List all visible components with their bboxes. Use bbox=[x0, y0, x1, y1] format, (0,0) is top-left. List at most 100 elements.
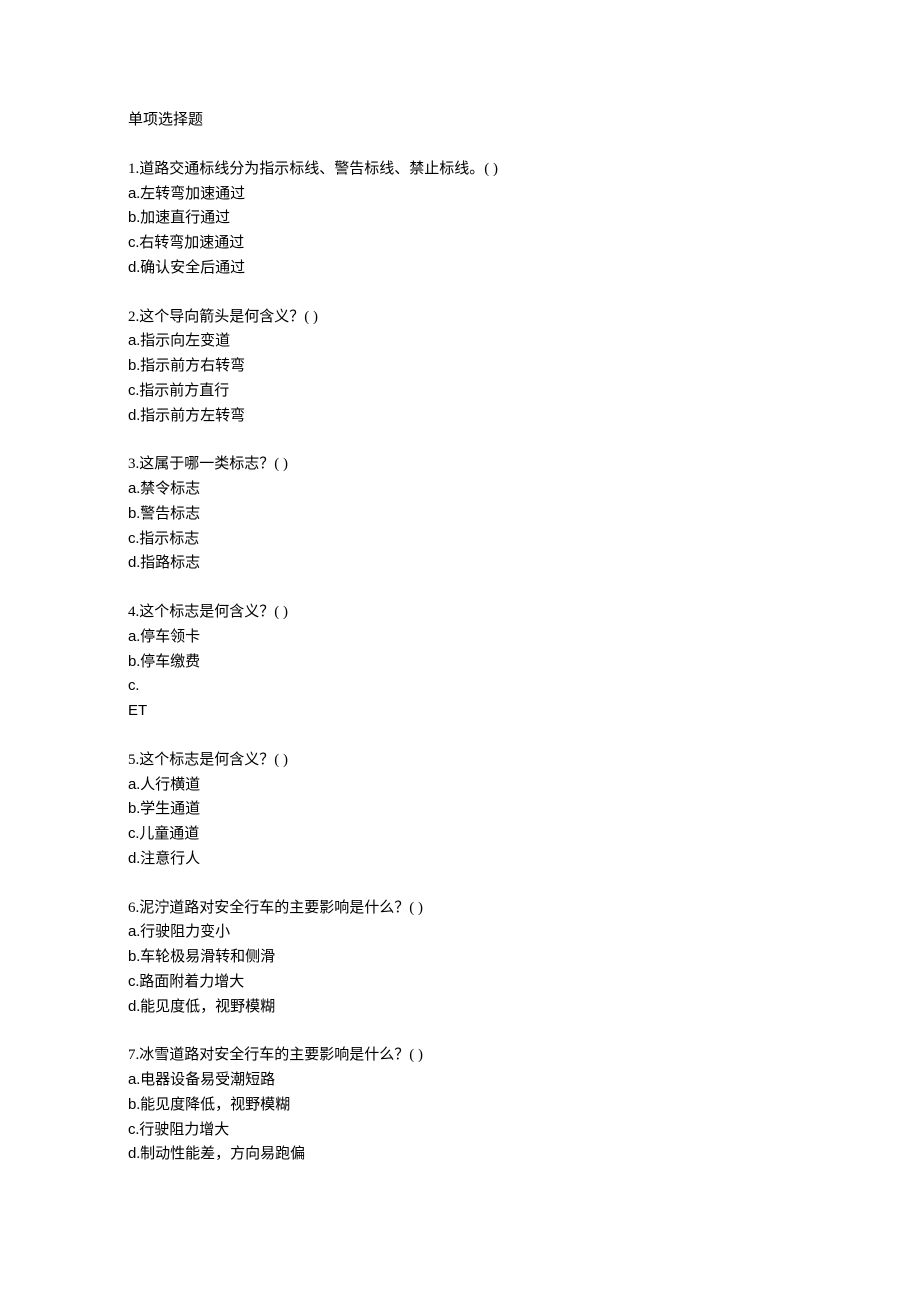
option-text: 禁令标志 bbox=[140, 481, 200, 497]
option-label: c bbox=[128, 1121, 136, 1138]
option-text: 人行横道 bbox=[140, 777, 200, 793]
option-line: c.右转弯加速通过 bbox=[128, 231, 792, 256]
option-text: 警告标志 bbox=[140, 506, 200, 522]
option-line: b.学生通道 bbox=[128, 797, 792, 822]
option-text: 右转弯加速通过 bbox=[139, 235, 244, 251]
option-text: 加速直行通过 bbox=[140, 210, 230, 226]
extra-line: ET bbox=[128, 699, 792, 724]
question-block: 1.道路交通标线分为指示标线、警告标线、禁止标线。( )a.左转弯加速通过b.加… bbox=[128, 157, 792, 281]
option-text: 制动性能差，方向易跑偏 bbox=[140, 1146, 305, 1162]
question-block: 6.泥泞道路对安全行车的主要影响是什么？( )a.行驶阻力变小b.车轮极易滑转和… bbox=[128, 896, 792, 1020]
question-stem: 这个导向箭头是何含义？ bbox=[139, 309, 304, 325]
option-text: 左转弯加速通过 bbox=[140, 186, 245, 202]
option-text: 行驶阻力增大 bbox=[139, 1122, 229, 1138]
answer-blank: ( ) bbox=[409, 900, 423, 916]
option-line: b.加速直行通过 bbox=[128, 206, 792, 231]
answer-blank: ( ) bbox=[274, 752, 288, 768]
section-title: 单项选择题 bbox=[128, 108, 792, 133]
option-text: 指路标志 bbox=[140, 555, 200, 571]
option-line: c.指示标志 bbox=[128, 527, 792, 552]
question-text: 3.这属于哪一类标志？( ) bbox=[128, 452, 792, 477]
option-line: c.行驶阻力增大 bbox=[128, 1118, 792, 1143]
option-text: 指示前方右转弯 bbox=[140, 358, 245, 374]
question-text: 2.这个导向箭头是何含义？( ) bbox=[128, 305, 792, 330]
option-label-separator: . bbox=[136, 678, 140, 694]
question-stem: 这个标志是何含义？ bbox=[139, 604, 274, 620]
option-line: a.电器设备易受潮短路 bbox=[128, 1068, 792, 1093]
option-label: c bbox=[128, 382, 136, 399]
option-line: b.停车缴费 bbox=[128, 650, 792, 675]
option-line: a.禁令标志 bbox=[128, 477, 792, 502]
option-text: 确认安全后通过 bbox=[140, 260, 245, 276]
option-line: c.路面附着力增大 bbox=[128, 970, 792, 995]
questions-container: 1.道路交通标线分为指示标线、警告标线、禁止标线。( )a.左转弯加速通过b.加… bbox=[128, 157, 792, 1167]
question-block: 5.这个标志是何含义？( )a.人行横道b.学生通道c.儿童通道d.注意行人 bbox=[128, 748, 792, 872]
option-text: 指示前方直行 bbox=[139, 383, 229, 399]
answer-blank: ( ) bbox=[484, 161, 498, 177]
option-text: 指示向左变道 bbox=[140, 333, 230, 349]
answer-blank: ( ) bbox=[274, 456, 288, 472]
option-line: d.注意行人 bbox=[128, 847, 792, 872]
question-block: 3.这属于哪一类标志？( )a.禁令标志b.警告标志c.指示标志d.指路标志 bbox=[128, 452, 792, 576]
question-block: 2.这个导向箭头是何含义？( )a.指示向左变道b.指示前方右转弯c.指示前方直… bbox=[128, 305, 792, 429]
question-text: 1.道路交通标线分为指示标线、警告标线、禁止标线。( ) bbox=[128, 157, 792, 182]
option-label: c bbox=[128, 825, 136, 842]
question-block: 4.这个标志是何含义？( )a.停车领卡b.停车缴费c.ET bbox=[128, 600, 792, 724]
question-text: 6.泥泞道路对安全行车的主要影响是什么？( ) bbox=[128, 896, 792, 921]
question-number: 2 bbox=[128, 309, 136, 325]
option-text: 指示前方左转弯 bbox=[140, 408, 245, 424]
option-line: a.停车领卡 bbox=[128, 625, 792, 650]
option-line: c.指示前方直行 bbox=[128, 379, 792, 404]
question-stem: 冰雪道路对安全行车的主要影响是什么？ bbox=[139, 1047, 409, 1063]
option-line: b.警告标志 bbox=[128, 502, 792, 527]
answer-blank: ( ) bbox=[274, 604, 288, 620]
option-line: a.左转弯加速通过 bbox=[128, 182, 792, 207]
question-text: 4.这个标志是何含义？( ) bbox=[128, 600, 792, 625]
question-number: 6 bbox=[128, 900, 136, 916]
question-number: 7 bbox=[128, 1047, 136, 1063]
option-label: c bbox=[128, 234, 136, 251]
option-text: 路面附着力增大 bbox=[139, 974, 244, 990]
option-text: 车轮极易滑转和侧滑 bbox=[140, 949, 275, 965]
question-stem: 泥泞道路对安全行车的主要影响是什么？ bbox=[139, 900, 409, 916]
option-line: a.指示向左变道 bbox=[128, 329, 792, 354]
option-line: d.制动性能差，方向易跑偏 bbox=[128, 1142, 792, 1167]
question-number: 1 bbox=[128, 161, 136, 177]
option-text: 指示标志 bbox=[139, 531, 199, 547]
option-line: d.指示前方左转弯 bbox=[128, 404, 792, 429]
document-page: 单项选择题 1.道路交通标线分为指示标线、警告标线、禁止标线。( )a.左转弯加… bbox=[0, 0, 920, 1302]
option-line: b.指示前方右转弯 bbox=[128, 354, 792, 379]
option-text: 行驶阻力变小 bbox=[140, 924, 230, 940]
question-number: 4 bbox=[128, 604, 136, 620]
question-number: 3 bbox=[128, 456, 136, 472]
option-label: c bbox=[128, 973, 136, 990]
option-line: b.车轮极易滑转和侧滑 bbox=[128, 945, 792, 970]
option-text: 停车领卡 bbox=[140, 629, 200, 645]
option-label: c bbox=[128, 677, 136, 694]
question-number: 5 bbox=[128, 752, 136, 768]
option-text: 能见度降低，视野模糊 bbox=[140, 1097, 290, 1113]
option-text: 儿童通道 bbox=[139, 826, 199, 842]
option-text: 电器设备易受潮短路 bbox=[140, 1072, 275, 1088]
option-text: 停车缴费 bbox=[140, 654, 200, 670]
option-line: a.人行横道 bbox=[128, 773, 792, 798]
option-label: c bbox=[128, 530, 136, 547]
option-line: d.指路标志 bbox=[128, 551, 792, 576]
option-line: c.儿童通道 bbox=[128, 822, 792, 847]
answer-blank: ( ) bbox=[409, 1047, 423, 1063]
option-line: b.能见度降低，视野模糊 bbox=[128, 1093, 792, 1118]
question-text: 7.冰雪道路对安全行车的主要影响是什么？( ) bbox=[128, 1043, 792, 1068]
option-text: 能见度低，视野模糊 bbox=[140, 999, 275, 1015]
option-line: d.确认安全后通过 bbox=[128, 256, 792, 281]
question-text: 5.这个标志是何含义？( ) bbox=[128, 748, 792, 773]
question-stem: 这属于哪一类标志？ bbox=[139, 456, 274, 472]
question-stem: 这个标志是何含义？ bbox=[139, 752, 274, 768]
option-line: c. bbox=[128, 674, 792, 699]
option-line: a.行驶阻力变小 bbox=[128, 920, 792, 945]
question-block: 7.冰雪道路对安全行车的主要影响是什么？( )a.电器设备易受潮短路b.能见度降… bbox=[128, 1043, 792, 1167]
option-text: 学生通道 bbox=[140, 801, 200, 817]
answer-blank: ( ) bbox=[304, 309, 318, 325]
option-line: d.能见度低，视野模糊 bbox=[128, 995, 792, 1020]
option-text: 注意行人 bbox=[140, 851, 200, 867]
question-stem: 道路交通标线分为指示标线、警告标线、禁止标线。 bbox=[139, 161, 484, 177]
